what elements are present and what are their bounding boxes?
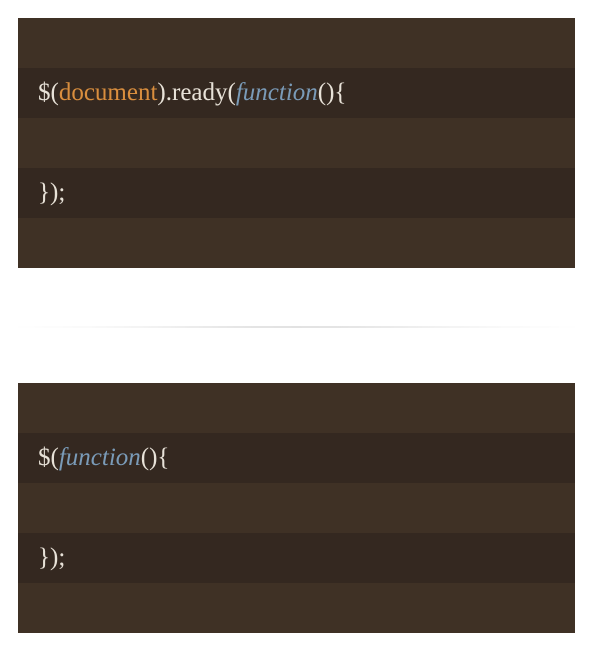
code-line-empty [18,18,575,68]
code-token-keyword: function [59,444,141,471]
code-line-empty [18,583,575,633]
code-token-variable: document [59,79,158,106]
code-token: $( [38,444,59,471]
code-line: }); [18,533,575,583]
separator [18,298,575,353]
code-token: }); [38,544,65,571]
code-token: (){ [141,444,170,471]
code-token: }); [38,179,65,206]
code-token: $( [38,79,59,106]
code-token: (){ [318,79,347,106]
code-line-empty [18,218,575,268]
code-block-1: $(document).ready(function(){ }); [18,18,575,268]
code-line-empty [18,118,575,168]
code-token: ).ready( [157,79,235,106]
code-line: $(document).ready(function(){ [18,68,575,118]
code-line: $(function(){ [18,433,575,483]
code-block-2: $(function(){ }); [18,383,575,633]
code-line-empty [18,383,575,433]
code-line: }); [18,168,575,218]
code-line-empty [18,483,575,533]
code-token-keyword: function [236,79,318,106]
